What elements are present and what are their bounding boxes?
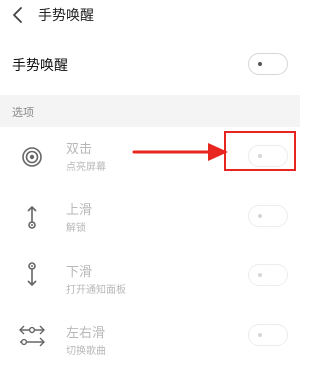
swipe-down-icon xyxy=(27,262,37,286)
option-label: 下滑 xyxy=(66,265,93,280)
option-label: 双击 xyxy=(66,142,93,157)
gesture-wake-row[interactable]: 手势唤醒 xyxy=(0,42,300,86)
section-label: 选项 xyxy=(12,106,34,119)
chevron-left-icon[interactable] xyxy=(8,4,30,26)
option-sublabel: 点亮屏幕 xyxy=(66,162,106,173)
options-section-header: 选项 xyxy=(0,95,300,127)
highlight-box xyxy=(224,131,296,171)
toggle-knob xyxy=(258,333,262,337)
swipe-left-right-toggle[interactable] xyxy=(248,324,288,346)
option-row-swipe-left-right[interactable]: 左右滑 切换歌曲 xyxy=(0,310,300,366)
toggle-knob xyxy=(258,214,262,218)
toggle-knob xyxy=(258,273,262,277)
page-title: 手势唤醒 xyxy=(38,8,94,24)
toggle-knob xyxy=(258,62,262,66)
swipe-up-toggle[interactable] xyxy=(248,205,288,227)
swipe-down-toggle[interactable] xyxy=(248,264,288,286)
option-row-swipe-down[interactable]: 下滑 打开通知面板 xyxy=(0,248,300,304)
double-tap-icon xyxy=(22,147,42,167)
option-sublabel: 解锁 xyxy=(66,223,86,234)
option-sublabel: 打开通知面板 xyxy=(66,285,126,296)
gesture-wake-label: 手势唤醒 xyxy=(12,58,68,74)
gesture-wake-toggle[interactable] xyxy=(248,53,288,75)
option-label: 上滑 xyxy=(66,203,93,218)
swipe-left-right-icon xyxy=(19,325,45,347)
swipe-up-icon xyxy=(27,206,37,229)
option-row-swipe-up[interactable]: 上滑 解锁 xyxy=(0,189,300,245)
option-label: 左右滑 xyxy=(66,326,106,341)
top-bar: 手势唤醒 xyxy=(0,0,300,30)
option-sublabel: 切换歌曲 xyxy=(66,346,106,357)
annotation-arrow xyxy=(132,143,228,161)
